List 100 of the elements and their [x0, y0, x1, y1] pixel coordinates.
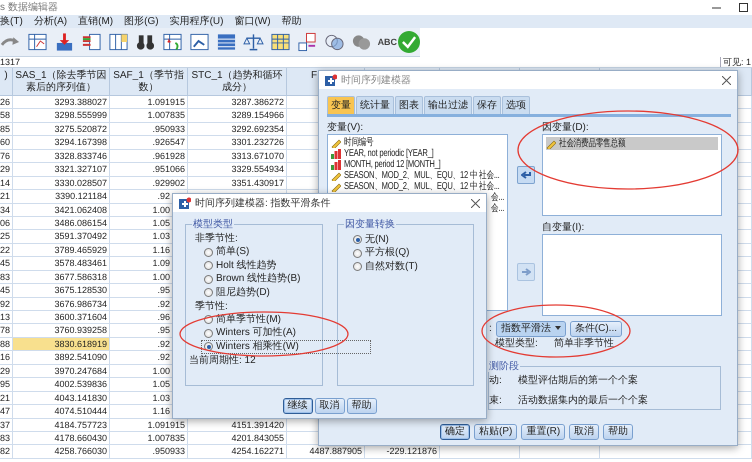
table-cell: 85 — [0, 122, 13, 136]
tab[interactable]: 变量 — [327, 96, 355, 114]
menu-item[interactable]: 换(T) — [0, 16, 23, 28]
table-cell: 3600.371604 — [13, 311, 110, 324]
group-title: 测阶段 — [488, 361, 520, 372]
table-cell: 3321.327107 — [13, 163, 110, 177]
tab[interactable]: 保存 — [473, 96, 501, 114]
section-label: 季节性: — [195, 300, 229, 313]
list-item[interactable]: 会... — [490, 203, 504, 214]
close-icon[interactable] — [722, 76, 731, 84]
table-cell: 3275.520872 — [13, 122, 110, 136]
radio-option[interactable]: 平方根(Q) — [350, 246, 412, 260]
table-cell: 3970.247684 — [13, 364, 110, 378]
table-cell: 1.007835 — [110, 432, 188, 446]
table-cell: 3294.167398 — [13, 136, 110, 150]
table-cell: 3676.986734 — [13, 298, 110, 311]
table-cell: 4043.141830 — [13, 392, 110, 406]
list-item[interactable]: SEASON、MOD_2、MUL、EQU、12 中 社会... — [344, 170, 500, 181]
radio-option[interactable]: Winters 相乘性(W) — [201, 340, 371, 354]
table-cell: .929902 — [110, 176, 188, 190]
table-cell: 92 — [0, 298, 13, 311]
radio-option[interactable]: 简单(S) — [201, 246, 252, 259]
table-icon[interactable] — [270, 31, 291, 53]
cell-reference: 1317 — [0, 57, 20, 67]
table-cell: 29 — [0, 163, 13, 177]
field-label: 动: — [489, 375, 502, 387]
column-header: STC_1（趋势和循环成分） — [188, 68, 287, 96]
table-cell: .961928 — [110, 150, 188, 164]
table-cell: 21 — [0, 190, 13, 204]
window-title: s 数据编辑器 — [0, 0, 58, 15]
list-item[interactable]: SEASON、MOD_2、MUL、EQU、12 中 社会... — [344, 181, 500, 192]
group-title: 模型类型 — [192, 219, 234, 230]
table-cell: 82 — [0, 445, 13, 459]
dialog-button[interactable]: 确定 — [440, 424, 470, 440]
table-cell: 3287.386272 — [188, 96, 287, 110]
radio-option[interactable]: 自然对数(T) — [350, 260, 421, 274]
radio-option[interactable]: Holt 线性趋势 — [201, 259, 280, 272]
move-arrow-button[interactable] — [517, 166, 535, 184]
list-item[interactable]: 会... — [490, 192, 504, 203]
field-value: 活动数据集内的最后一个个案 — [518, 395, 648, 407]
menu-item[interactable]: 窗口(W) — [234, 16, 271, 28]
tab[interactable]: 统计量 — [356, 96, 394, 114]
dependent-list[interactable]: 社会消费品零售总额 — [542, 134, 722, 216]
radio-option[interactable]: Winters 可加性(A) — [201, 326, 299, 340]
list-item[interactable]: 社会消费品零售总额 — [559, 138, 626, 149]
table-cell: 3313.671070 — [188, 150, 287, 164]
form-icon[interactable] — [296, 31, 318, 53]
table-cell: 3298.555999 — [13, 109, 110, 123]
table-cell: 60 — [0, 136, 13, 150]
field-label: 模型类型: — [495, 338, 538, 350]
chart-table-icon[interactable] — [26, 31, 48, 53]
tab[interactable]: 图表 — [395, 96, 423, 114]
table-cell: 83 — [0, 270, 13, 284]
dialog-button[interactable]: 继续 — [282, 398, 312, 414]
table-cell: 3591.370492 — [13, 230, 110, 244]
menu-item[interactable]: 实用程序(U) — [170, 16, 224, 28]
list-item[interactable]: YEAR, not periodic [YEAR_] — [344, 148, 434, 159]
bar-chart-icon — [331, 160, 341, 170]
criteria-button[interactable]: 条件(C)... — [570, 321, 622, 337]
dialog-button[interactable]: 粘贴(P) — [474, 424, 518, 440]
dialog-button[interactable]: 帮助 — [346, 398, 376, 414]
menu-item[interactable]: 图形(G) — [124, 16, 159, 28]
table-cell: 76 — [0, 150, 13, 164]
tab[interactable]: 输出过滤 — [424, 96, 472, 114]
menu-item[interactable]: 直销(M) — [78, 16, 114, 28]
table-cell: 3289.154966 — [188, 109, 287, 123]
list-item[interactable]: MONTH, period 12 [MONTH_] — [344, 159, 440, 170]
chart-table-icon[interactable] — [188, 31, 210, 53]
tab[interactable]: 选项 — [502, 96, 530, 114]
table-cell: 78 — [0, 324, 13, 338]
arrow-icon — [521, 171, 531, 179]
table-cell: 45 — [0, 284, 13, 298]
table-cell: 45 — [0, 257, 13, 271]
menu-item[interactable]: 帮助 — [282, 16, 302, 28]
visible-count: 可见: 1 — [720, 57, 752, 67]
list-item[interactable]: 时间编号 — [344, 137, 374, 148]
radio-option[interactable]: Brown 线性趋势(B) — [201, 272, 304, 286]
radio-option[interactable]: 无(N) — [350, 233, 392, 246]
table-cell: 3328.833746 — [13, 150, 110, 164]
table-cell: 3830.618919 — [13, 338, 110, 352]
table-cell: .951066 — [110, 163, 188, 177]
table-cell: 25 — [0, 230, 13, 244]
field-value: 简单非季节性 — [554, 338, 614, 350]
dialog-button[interactable]: 取消 — [314, 398, 344, 414]
close-icon[interactable] — [471, 198, 480, 208]
dialog-button[interactable]: 帮助 — [603, 424, 634, 440]
method-dropdown[interactable]: 指数平滑法 — [496, 321, 566, 337]
field-label: 束: — [489, 395, 502, 407]
table-cell: 26 — [0, 96, 13, 110]
variable-table-icon[interactable] — [108, 31, 129, 53]
field-label: 变量(V): — [327, 122, 364, 134]
table-cell: 13 — [0, 311, 13, 324]
dialog-button[interactable]: 重置(R) — [521, 424, 566, 440]
columns-icon[interactable] — [80, 31, 102, 53]
field-label: : — [489, 323, 492, 335]
radio-option[interactable]: 阻尼趋势(D) — [201, 286, 273, 300]
menu-item[interactable]: 分析(A) — [34, 16, 68, 28]
dialog-button[interactable]: 取消 — [569, 424, 600, 440]
maximize-icon[interactable] — [739, 3, 748, 12]
table-star-icon[interactable] — [162, 31, 183, 53]
